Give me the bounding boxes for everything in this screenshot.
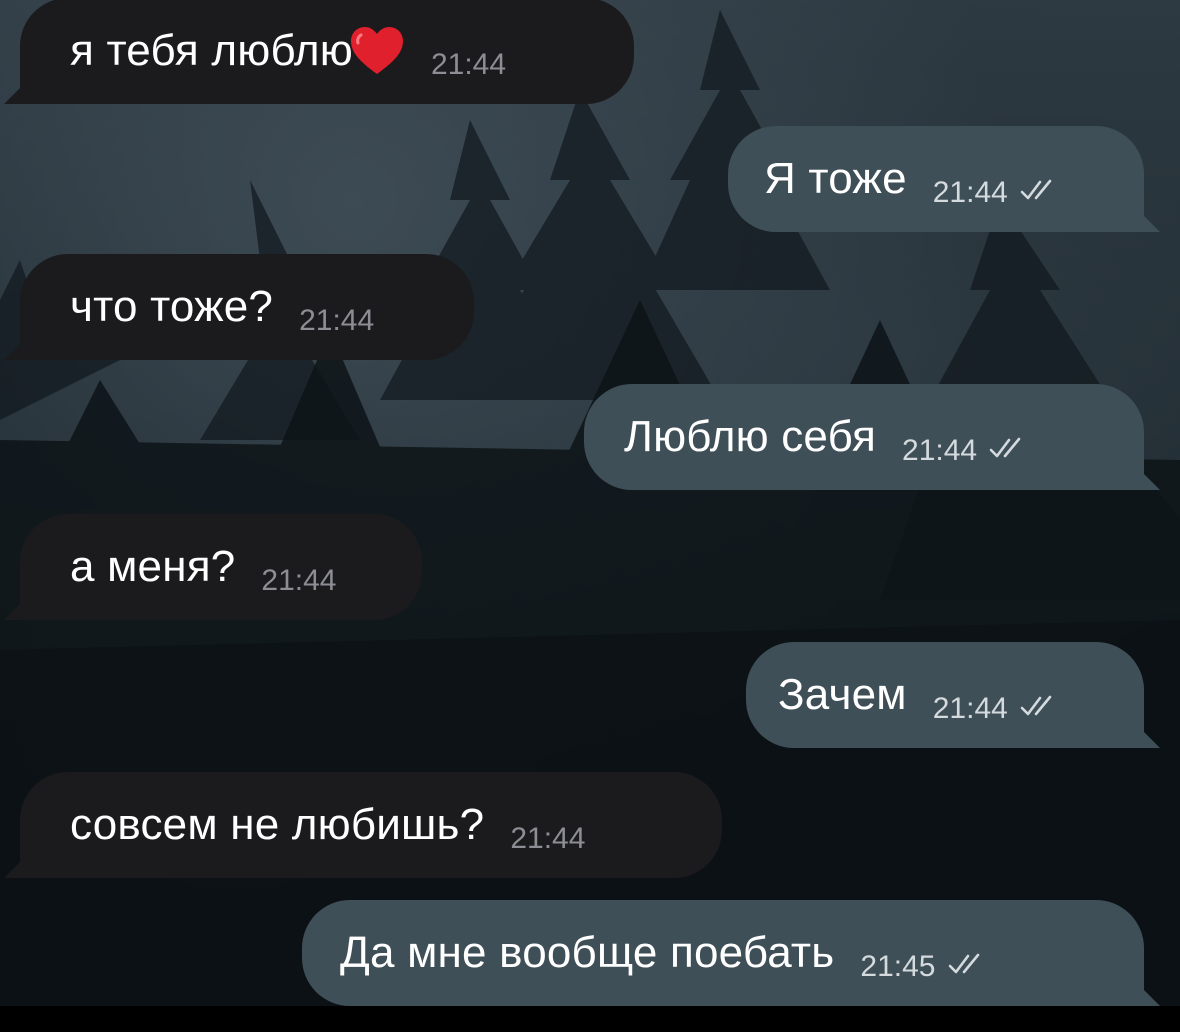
message-text: совсем не любишь?: [70, 800, 485, 849]
message-text: а меня?: [70, 542, 236, 591]
message-incoming[interactable]: я тебя люблю 21:44: [20, 0, 634, 104]
double-check-icon: [948, 953, 979, 974]
message-text: что тоже?: [70, 282, 274, 331]
double-check-icon: [1020, 695, 1052, 716]
message-incoming[interactable]: совсем не любишь? 21:44: [20, 772, 722, 878]
message-time: 21:44: [902, 434, 978, 467]
double-check-icon: [1020, 179, 1052, 200]
message-text: Да мне вообще поебать: [340, 928, 835, 977]
message-outgoing[interactable]: Люблю себя 21:44: [584, 384, 1144, 490]
message-text: Зачем: [778, 670, 907, 719]
message-time: 21:44: [932, 176, 1008, 209]
heart-icon: [350, 27, 403, 74]
message-time: 21:44: [299, 304, 375, 337]
message-time: 21:44: [932, 692, 1008, 725]
message-time: 21:44: [430, 48, 507, 81]
message-incoming[interactable]: что тоже? 21:44: [20, 254, 474, 360]
message-text: Люблю себя: [624, 412, 877, 461]
message-time: 21:44: [261, 564, 337, 597]
message-outgoing[interactable]: Да мне вообще поебать 21:45: [302, 900, 1144, 1006]
message-text: Я тоже: [764, 154, 907, 203]
double-check-icon: [989, 437, 1021, 458]
message-text: я тебя люблю: [70, 26, 353, 75]
message-time: 21:45: [860, 950, 936, 983]
message-outgoing[interactable]: Я тоже 21:44: [728, 126, 1144, 232]
message-outgoing[interactable]: Зачем 21:44: [746, 642, 1144, 748]
message-time: 21:44: [510, 822, 586, 855]
message-incoming[interactable]: а меня? 21:44: [20, 514, 422, 620]
bottom-bar: [0, 1006, 1180, 1032]
chat-screen: я тебя люблю 21:44 Я тоже 21:44 что тоже…: [0, 0, 1180, 1032]
